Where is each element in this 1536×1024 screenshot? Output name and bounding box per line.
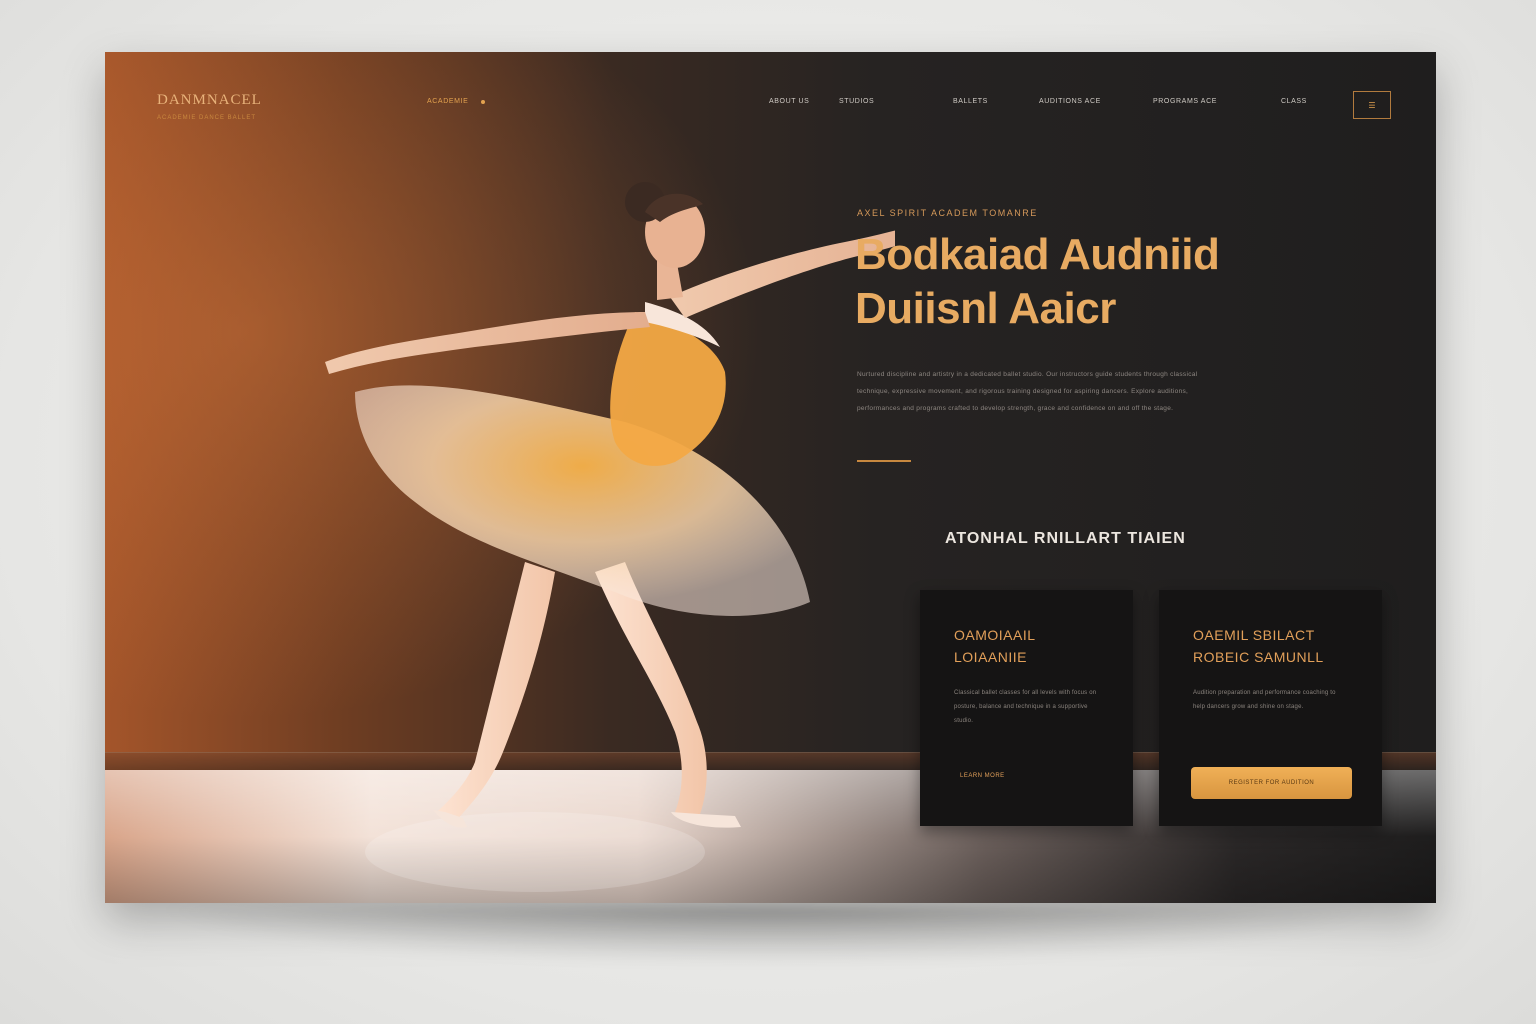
brand-logo[interactable]: DANMNACEL ACADEMIE DANCE BALLET — [157, 92, 262, 121]
floor-glow — [365, 812, 705, 892]
program-card-1: OAMOIAAIL LOIAANIIE Classical ballet cla… — [920, 590, 1133, 826]
card-title: OAMOIAAIL LOIAANIIE — [954, 627, 1036, 665]
program-card-2: OAEMIL SBILACT ROBEIC SAMUNLL Audition p… — [1159, 590, 1382, 826]
menu-button[interactable]: ☰ — [1353, 91, 1391, 119]
nav-item-academie[interactable]: ACADEMIE — [427, 98, 468, 105]
nav-item-ballets[interactable]: BALLETS — [953, 98, 988, 105]
nav-item-auditions[interactable]: AUDITIONS ACE — [1039, 98, 1101, 105]
website-frame: DANMNACEL ACADEMIE DANCE BALLET ACADEMIE… — [105, 52, 1436, 903]
hero-eyebrow: AXEL SPIRIT ACADEM TOMANRE — [857, 208, 1038, 218]
nav-item-class[interactable]: CLASS — [1281, 98, 1307, 105]
card-body: Audition preparation and performance coa… — [1193, 690, 1336, 710]
ballerina-illustration — [325, 182, 895, 892]
page-shadow — [150, 905, 1390, 965]
nav-item-programs[interactable]: PROGRAMS ACE — [1153, 98, 1217, 105]
dancer-arm-back — [325, 312, 650, 374]
nav-active-dot — [481, 100, 485, 104]
brand-tagline: ACADEMIE DANCE BALLET — [157, 115, 257, 121]
card-title: OAEMIL SBILACT ROBEIC SAMUNLL — [1193, 627, 1324, 665]
hero-body-text: Nurtured discipline and artistry in a de… — [857, 371, 1198, 412]
dancer-leg-back — [437, 562, 555, 822]
menu-icon: ☰ — [1368, 100, 1376, 110]
register-button[interactable]: REGISTER FOR AUDITION — [1191, 767, 1352, 799]
card-body: Classical ballet classes for all levels … — [954, 690, 1097, 724]
learn-more-link[interactable]: LEARN MORE — [960, 773, 1005, 779]
nav-item-about[interactable]: ABOUT US — [769, 98, 809, 105]
dancer-tutu — [355, 385, 810, 616]
hero-title: Bodkaiad Audniid Duiisnl Aaicr — [855, 230, 1220, 333]
section-title: ATONHAL RNILLART TIAIEN — [945, 530, 1186, 547]
nav-item-studios[interactable]: STUDIOS — [839, 98, 874, 105]
hero-divider — [857, 460, 911, 462]
brand-name: DANMNACEL — [157, 92, 262, 108]
dancer-shoe-front — [671, 812, 741, 828]
